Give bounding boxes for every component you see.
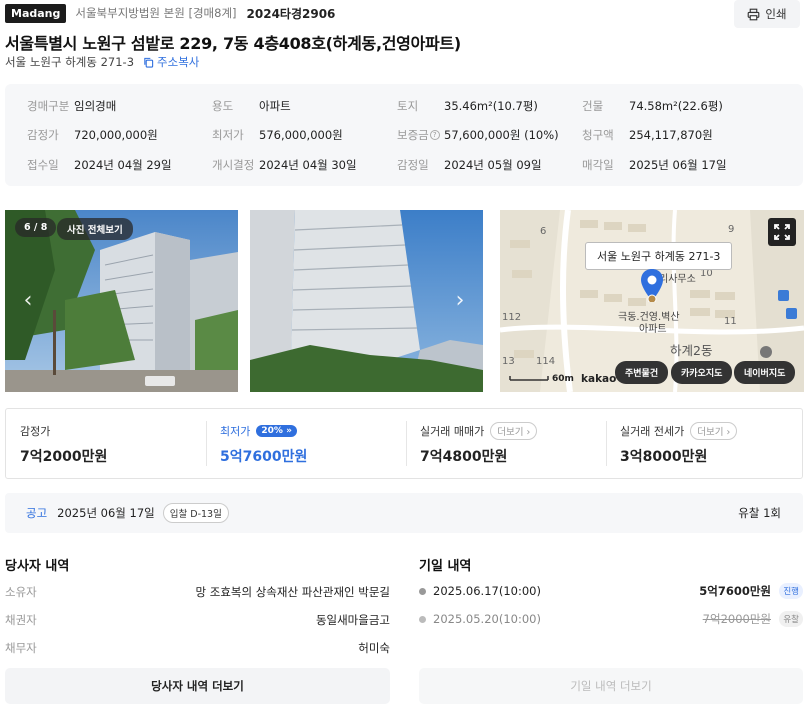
info-commencement: 개시결정 2024년 04월 30일 <box>212 158 357 172</box>
page-title: 서울특별시 노원구 섬밭로 229, 7동 4층408호(하계동,건영아파트) <box>5 34 461 53</box>
photo-counter: 6 / 8 <box>15 218 57 237</box>
auction-date: 2025.06.17(10:00) <box>433 584 541 598</box>
copy-icon <box>144 57 154 68</box>
map-pin-icon[interactable] <box>640 268 664 302</box>
price-minimum-label: 최저가 <box>220 425 251 438</box>
location-map[interactable]: 6 9 10 11 112 114 13 리사무소 극동.건영.벽산 아파트 하… <box>500 210 804 392</box>
prev-photo-icon[interactable]: ‹ <box>17 288 39 314</box>
block-number: 112 <box>502 312 522 323</box>
info-land: 토지 35.46m²(10.7평) <box>397 99 538 113</box>
view-all-photos-button[interactable]: 사진 전체보기 <box>57 218 133 240</box>
notice-label: 공고 <box>26 506 48 520</box>
copy-address-button[interactable]: 주소복사 <box>143 54 199 70</box>
property-photo-1[interactable]: 6 / 8 사진 전체보기 ‹ <box>5 210 238 392</box>
property-photo-2[interactable]: › <box>250 210 483 392</box>
info-building: 건물 74.58m²(22.6평) <box>582 99 723 113</box>
auction-price: 7억2000만원 <box>702 612 771 626</box>
party-row-creditor: 채권자 동일새마을금고 <box>5 613 390 627</box>
map-place-label: 아파트 <box>639 324 667 335</box>
status-dot <box>419 587 426 595</box>
block-number: 9 <box>728 224 735 235</box>
auction-date: 2025.05.20(10:00) <box>433 612 541 626</box>
court-name: 서울북부지방법원 본원 [경매8계] <box>75 6 237 20</box>
lot-address-row: 서울 노원구 하계동 271-3 주소복사 <box>5 54 199 70</box>
info-deposit: 보증금? 57,600,000원 (10%) <box>397 128 559 142</box>
lot-address: 서울 노원구 하계동 271-3 <box>5 55 135 69</box>
block-number: 11 <box>724 316 737 327</box>
map-scale-label: 60m <box>552 374 574 384</box>
case-number: 2024타경2906 <box>246 6 336 21</box>
status-badge: 진행 <box>779 583 803 599</box>
help-icon[interactable]: ? <box>429 130 440 140</box>
map-fullscreen-button[interactable] <box>768 218 796 246</box>
info-sale-date: 매각일 2025년 06월 17일 <box>582 158 727 172</box>
block-number: 114 <box>536 356 556 367</box>
price-trade: 실거래 매매가 더보기 › 7억4800만원 <box>406 409 606 478</box>
parties-title: 당사자 내역 <box>5 559 70 574</box>
chevron-down-icon: » <box>286 426 292 436</box>
info-claim: 청구액 254,117,870원 <box>582 128 713 142</box>
auction-row: 2025.05.20(10:00) 7억2000만원 유찰 <box>419 611 803 627</box>
map-place-label: 리사무소 <box>659 274 696 285</box>
trade-more-button[interactable]: 더보기 › <box>490 422 538 440</box>
brand-logo[interactable]: Madang <box>5 3 67 23</box>
notice-date: 2025년 06월 17일 <box>57 506 155 520</box>
parties-more-button[interactable]: 당사자 내역 더보기 <box>5 668 390 704</box>
expand-icon <box>774 224 790 240</box>
price-trade-label: 실거래 매매가 <box>420 425 485 438</box>
auctions-more-button[interactable]: 기일 내역 더보기 <box>419 668 803 704</box>
print-label: 인쇄 <box>765 7 787 21</box>
price-minimum-value: 5억7600만원 <box>220 449 308 465</box>
party-row-owner: 소유자 망 조효복의 상속재산 파산관재인 박문길 <box>5 585 390 599</box>
price-jeonse: 실거래 전세가 더보기 › 3억8000만원 <box>606 409 802 478</box>
price-jeonse-label: 실거래 전세가 <box>620 425 685 438</box>
price-appraisal-value: 7억2000만원 <box>20 449 108 465</box>
top-bar: Madang 서울북부지방법원 본원 [경매8계] 2024타경2906 인쇄 <box>5 0 800 28</box>
map-provider-logo: kakao <box>581 373 617 385</box>
auctions-title: 기일 내역 <box>419 559 472 574</box>
auction-row: 2025.06.17(10:00) 5억7600만원 진행 <box>419 583 803 599</box>
info-appraisal: 감정가 720,000,000원 <box>27 128 158 142</box>
status-badge: 유찰 <box>779 611 803 627</box>
kakao-map-button[interactable]: 카카오지도 <box>671 361 733 384</box>
print-button[interactable]: 인쇄 <box>734 0 800 28</box>
fail-count: 유찰 1회 <box>738 506 781 520</box>
naver-map-button[interactable]: 네이버지도 <box>734 361 796 384</box>
discount-badge: 20% » <box>256 425 297 437</box>
info-appraisal-date: 감정일 2024년 05월 09일 <box>397 158 542 172</box>
next-photo-icon[interactable]: › <box>449 288 471 314</box>
price-trade-value: 7억4800만원 <box>420 449 508 465</box>
status-dot <box>419 615 426 623</box>
info-minimum: 최저가 576,000,000원 <box>212 128 343 142</box>
info-auction-type: 경매구분 임의경매 <box>27 99 117 113</box>
price-jeonse-value: 3억8000만원 <box>620 449 708 465</box>
block-number: 13 <box>502 356 515 367</box>
map-address-tooltip: 서울 노원구 하계동 271-3 <box>585 242 733 270</box>
price-summary: 감정가 7억2000만원 최저가 20% » 5억7600만원 실거래 매매가 더보… <box>5 408 803 479</box>
district-label: 하계2동 <box>670 343 713 358</box>
price-appraisal-label: 감정가 <box>20 425 51 438</box>
dday-badge: 입찰 D-13일 <box>162 503 229 523</box>
nearby-items-button[interactable]: 주변물건 <box>615 361 669 384</box>
price-minimum: 최저가 20% » 5억7600만원 <box>206 409 406 478</box>
printer-icon <box>748 8 760 20</box>
auction-price: 5억7600만원 <box>699 584 771 598</box>
jeonse-more-button[interactable]: 더보기 › <box>690 422 738 440</box>
case-info-panel: 경매구분 임의경매 용도 아파트 토지 35.46m²(10.7평) 건물 74.58m… <box>5 84 803 186</box>
info-received: 접수일 2024년 04월 29일 <box>27 158 172 172</box>
party-row-debtor: 채무자 허미숙 <box>5 641 390 655</box>
notice-bar: 공고 2025년 06월 17일 입찰 D-13일 유찰 1회 <box>5 493 803 533</box>
price-appraisal: 감정가 7억2000만원 <box>6 409 206 478</box>
copy-address-label: 주소복사 <box>157 55 200 69</box>
block-number: 6 <box>540 226 547 237</box>
info-usage: 용도 아파트 <box>212 99 291 113</box>
